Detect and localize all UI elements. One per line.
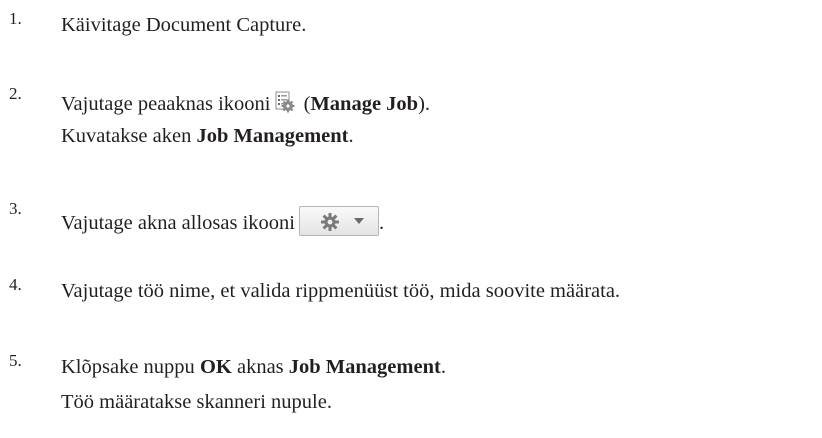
step-number: 5. bbox=[9, 351, 22, 370]
step-number: 3. bbox=[9, 199, 22, 218]
window-name: Job Management bbox=[196, 125, 349, 147]
manage-job-label: Manage Job bbox=[310, 93, 419, 115]
step-text: Vajutage akna allosas ikooni . bbox=[61, 206, 384, 236]
manage-job-icon bbox=[273, 91, 295, 113]
step-result: Kuvatakse aken Job Management. bbox=[61, 125, 354, 147]
chevron-down-icon bbox=[353, 218, 364, 224]
step-text: Vajutage peaaknas ikooni (Manage Job). bbox=[61, 91, 431, 115]
step-number: 2. bbox=[9, 84, 22, 103]
step-text: Käivitage Document Capture. bbox=[61, 14, 307, 36]
step-text: Klõpsake nuppu OK aknas Job Management. bbox=[61, 356, 446, 378]
ok-label: OK bbox=[199, 356, 232, 378]
step-number: 4. bbox=[9, 275, 22, 294]
window-name: Job Management bbox=[288, 356, 441, 378]
gear-icon bbox=[320, 213, 339, 231]
step-number: 1. bbox=[9, 9, 22, 28]
step-result: Töö määratakse skanneri nupule. bbox=[61, 391, 332, 413]
step-text: Vajutage töö nime, et valida rippmenüüst… bbox=[61, 280, 621, 302]
gear-dropdown-icon bbox=[298, 206, 379, 236]
